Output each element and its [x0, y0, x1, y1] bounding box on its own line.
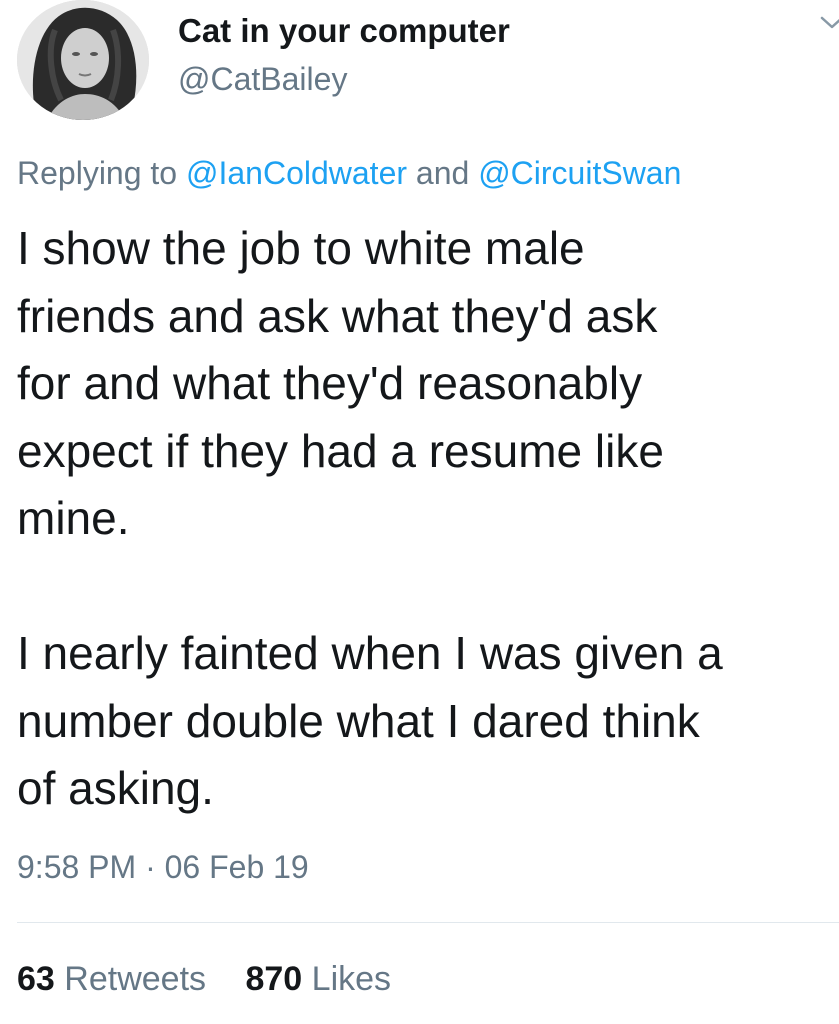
tweet-paragraph: I nearly fainted when I was given a numb…	[17, 620, 839, 823]
retweets-label: Retweets	[64, 960, 207, 998]
tweet-line: mine.	[17, 492, 130, 544]
author-block[interactable]: Cat in your computer @CatBailey	[178, 10, 510, 100]
mention-link[interactable]: @CircuitSwan	[478, 155, 681, 191]
tweet-line: I show the job to white male	[17, 222, 585, 274]
tweet-line: of asking.	[17, 762, 214, 814]
tweet-timestamp[interactable]: 9:58 PM · 06 Feb 19	[17, 846, 309, 888]
mention-link[interactable]: @IanColdwater	[186, 155, 407, 191]
timestamp-separator: ·	[145, 849, 156, 885]
user-handle[interactable]: @CatBailey	[178, 58, 510, 100]
tweet: Cat in your computer @CatBailey Replying…	[0, 0, 839, 1024]
replying-to-joiner: and	[415, 155, 470, 191]
divider	[17, 922, 839, 923]
likes-stat[interactable]: 870 Likes	[245, 960, 391, 998]
replying-to: Replying to @IanColdwater and @CircuitSw…	[17, 152, 681, 194]
tweet-date: 06 Feb 19	[164, 849, 309, 885]
tweet-text: I show the job to white male friends and…	[17, 215, 839, 823]
tweet-line: for and what they'd reasonably	[17, 357, 643, 409]
chevron-down-icon[interactable]	[818, 10, 839, 32]
display-name[interactable]: Cat in your computer	[178, 10, 510, 52]
retweets-stat[interactable]: 63 Retweets	[17, 960, 215, 998]
tweet-line: expect if they had a resume like	[17, 424, 664, 477]
avatar-photo	[17, 0, 149, 120]
tweet-time: 9:58 PM	[17, 849, 137, 885]
tweet-line: friends and ask what they'd ask	[17, 289, 658, 342]
tweet-stats: 63 Retweets 870 Likes	[17, 957, 391, 1001]
tweet-line: I nearly fainted when I was given a	[17, 627, 723, 679]
avatar[interactable]	[17, 0, 149, 120]
likes-label: Likes	[311, 960, 392, 998]
retweets-count: 63	[17, 960, 55, 998]
tweet-paragraph: I show the job to white male friends and…	[17, 215, 839, 553]
likes-count: 870	[245, 960, 303, 998]
replying-to-label: Replying to	[17, 155, 178, 191]
tweet-line: number double what I dared think	[17, 694, 700, 747]
